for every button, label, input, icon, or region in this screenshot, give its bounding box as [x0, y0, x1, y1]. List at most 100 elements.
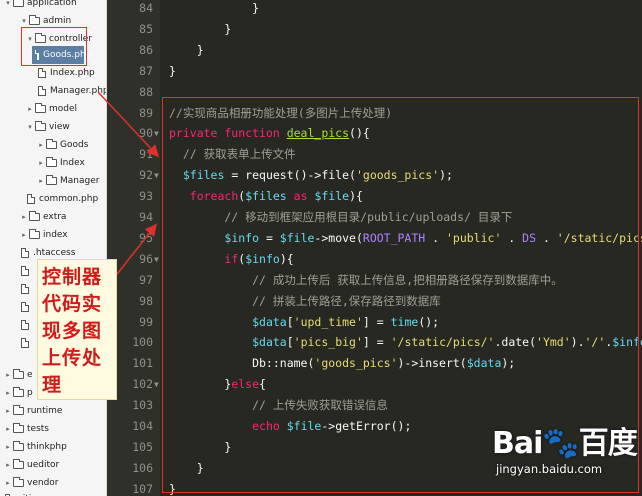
folder-icon	[13, 459, 24, 469]
file-icon	[21, 248, 29, 258]
fold-marker-icon[interactable]: ▼	[154, 123, 159, 144]
tree-item[interactable]	[0, 280, 33, 298]
disclosure-arrow-icon[interactable]: ▸	[20, 231, 28, 239]
tree-item-label: Manager.php	[50, 86, 107, 96]
folder-icon	[13, 369, 24, 379]
disclosure-arrow-icon[interactable]: ▸	[20, 213, 28, 221]
file-icon	[38, 86, 46, 96]
fold-marker-icon[interactable]: ▼	[154, 249, 159, 270]
disclosure-arrow-icon[interactable]: ▸	[4, 407, 12, 415]
tree-item[interactable]: ▸ Manager	[0, 172, 99, 190]
line-number: 88	[139, 84, 153, 99]
tree-item-label: Goods	[60, 140, 89, 150]
folder-icon	[13, 387, 24, 397]
code-text: }	[169, 40, 204, 61]
tree-item[interactable]: ▸ model	[0, 100, 77, 118]
tree-item-label: Index	[60, 158, 85, 168]
disclosure-arrow-icon[interactable]: ▸	[4, 479, 12, 487]
disclosure-arrow-icon[interactable]: ▸	[4, 461, 12, 469]
code-text: }	[169, 0, 259, 19]
tree-item-label: extra	[43, 212, 67, 222]
disclosure-arrow-icon[interactable]: ▾	[26, 123, 34, 131]
line-number: 85	[139, 21, 153, 36]
code-text: }	[169, 19, 231, 40]
fold-marker-icon[interactable]: ▼	[154, 165, 159, 186]
disclosure-arrow-icon[interactable]: ▸	[4, 443, 12, 451]
disclosure-arrow-icon[interactable]: ▸	[4, 371, 12, 379]
folder-icon	[29, 229, 40, 239]
folder-icon	[29, 211, 40, 221]
tree-item[interactable]	[0, 298, 33, 316]
disclosure-arrow-icon[interactable]: ▸	[4, 425, 12, 433]
tree-item[interactable]	[0, 334, 33, 352]
folder-icon	[13, 0, 24, 7]
file-icon	[21, 338, 29, 348]
tree-item[interactable]: ▸ tests	[0, 420, 49, 438]
tree-item-label: common.php	[39, 194, 99, 204]
tree-item[interactable]: Index.php	[0, 64, 95, 82]
disclosure-arrow-icon[interactable]: ▸	[37, 177, 45, 185]
baidu-watermark: Bai🐾百度 jingyan.baidu.com	[492, 418, 642, 496]
tree-item[interactable]: gitignore	[0, 490, 57, 496]
file-icon	[21, 320, 29, 330]
folder-icon	[13, 477, 24, 487]
baidu-url: jingyan.baidu.com	[496, 462, 603, 476]
code-line: 87}	[107, 61, 642, 82]
line-number: 106	[132, 460, 153, 475]
line-number: 84	[139, 1, 153, 15]
line-number: 104	[132, 419, 153, 433]
line-number: 90	[139, 126, 153, 141]
disclosure-arrow-icon[interactable]: ▾	[4, 0, 12, 7]
line-number: 95	[139, 230, 153, 245]
disclosure-arrow-icon[interactable]: ▾	[20, 17, 28, 25]
tree-item-label: runtime	[27, 406, 63, 416]
line-number: 91	[139, 147, 153, 162]
tree-item[interactable]: ▸ Goods	[0, 136, 88, 154]
folder-icon	[29, 15, 40, 25]
disclosure-arrow-icon[interactable]: ▸	[4, 389, 12, 397]
tree-item[interactable]: ▸ extra	[0, 208, 66, 226]
tree-item[interactable]: ▸ index	[0, 226, 68, 244]
code-token: }	[169, 1, 260, 15]
tree-item-label: ueditor	[27, 460, 60, 470]
line-number: 107	[132, 481, 153, 496]
tree-item[interactable]: ▾ view	[0, 118, 70, 136]
tree-item[interactable]: ▸ ueditor	[0, 456, 59, 474]
code-line: 84 }	[107, 0, 642, 19]
tree-item-label: Index.php	[50, 68, 95, 78]
highlight-box-controller	[21, 27, 87, 66]
disclosure-arrow-icon[interactable]: ▸	[26, 105, 34, 113]
fold-marker-icon[interactable]: ▼	[154, 374, 159, 395]
file-icon	[27, 194, 35, 204]
tree-item[interactable]: ▸ runtime	[0, 402, 62, 420]
folder-icon	[35, 103, 46, 113]
tree-item[interactable]: ▾ application	[0, 0, 77, 12]
annotation-note: 控制器代码实现多图上传处理	[37, 259, 117, 400]
tree-item-label: tests	[27, 424, 49, 434]
tree-item-label: vendor	[27, 478, 59, 488]
tree-item[interactable]: ▸ p	[0, 384, 33, 402]
code-token: }	[169, 63, 176, 78]
folder-icon	[35, 121, 46, 131]
tree-item[interactable]: ▸ thinkphp	[0, 438, 67, 456]
tree-item[interactable]	[0, 316, 33, 334]
tree-item[interactable]: common.php	[0, 190, 98, 208]
tree-item-label: p	[27, 388, 33, 398]
folder-icon	[46, 175, 57, 185]
code-token: }	[169, 42, 204, 57]
tree-item[interactable]: Manager.php	[0, 82, 107, 100]
disclosure-arrow-icon[interactable]: ▸	[37, 141, 45, 149]
line-number: 94	[139, 210, 153, 224]
tree-item[interactable]	[0, 262, 33, 280]
tree-item[interactable]: ▸ e	[0, 366, 33, 384]
line-number: 105	[132, 439, 153, 454]
disclosure-arrow-icon[interactable]: ▸	[37, 159, 45, 167]
folder-icon	[13, 441, 24, 451]
folder-icon	[13, 405, 24, 415]
tree-item-label: thinkphp	[27, 442, 67, 452]
tree-item[interactable]: ▸ Index	[0, 154, 85, 172]
code-line: 86 }	[107, 40, 642, 61]
line-number: 92	[139, 168, 153, 183]
line-number: 87	[139, 63, 153, 78]
file-icon	[38, 68, 46, 78]
